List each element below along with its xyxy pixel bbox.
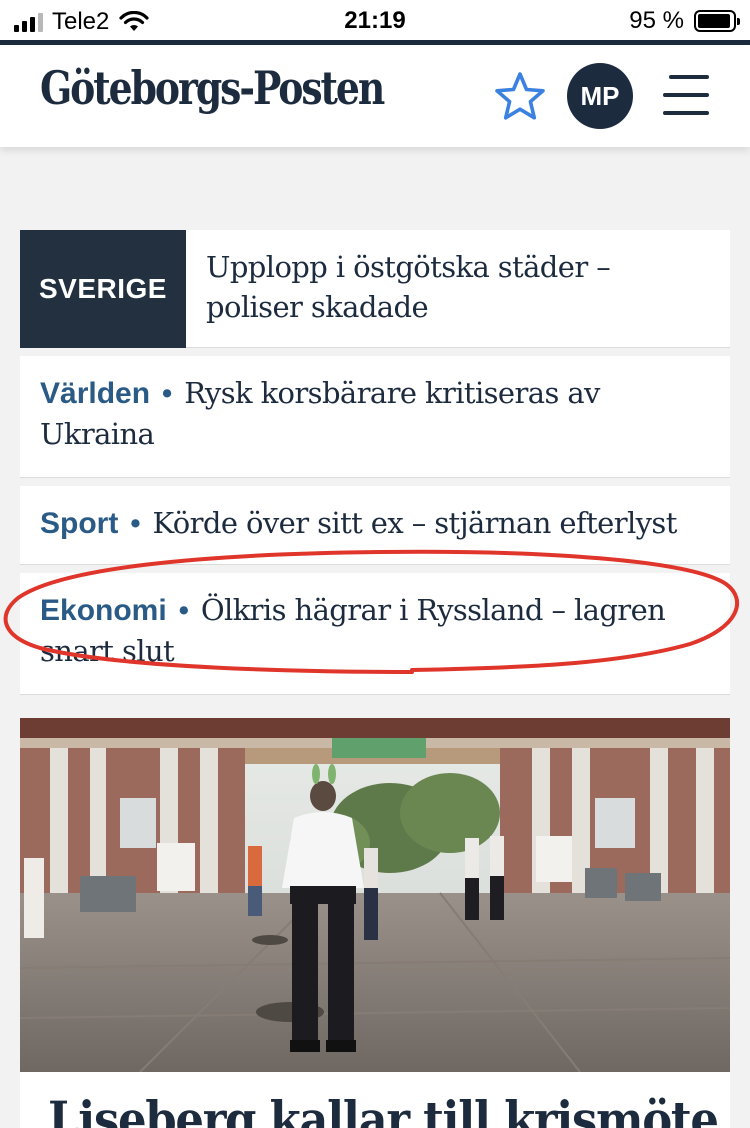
section-label[interactable]: Sport — [40, 507, 118, 540]
section-tag: SVERIGE — [20, 230, 186, 348]
section-label[interactable]: Världen — [40, 377, 150, 410]
hero-headline[interactable]: Liseberg kallar till krismöte — [20, 1072, 730, 1128]
headline-title: Körde över sitt ex – stjärnan efterlyst — [152, 506, 677, 540]
site-logo[interactable]: Göteborgs-Posten — [40, 61, 385, 115]
user-avatar[interactable]: MP — [567, 63, 633, 129]
hamburger-menu-icon[interactable] — [663, 75, 709, 115]
featured-headline[interactable]: SVERIGE Upplopp i östgötska städer – pol… — [20, 230, 730, 348]
headline-list: SVERIGE Upplopp i östgötska städer – pol… — [20, 230, 730, 703]
star-icon[interactable] — [492, 69, 548, 125]
headline-title: Upplopp i östgötska städer – poliser ska… — [206, 250, 611, 324]
headline-item[interactable]: Sport • Körde över sitt ex – stjärnan efte… — [20, 486, 730, 565]
battery-icon — [694, 10, 740, 32]
hero-photo[interactable] — [20, 718, 730, 1072]
site-header: Göteborgs-Posten MP — [0, 45, 750, 147]
bullet-separator: • — [178, 595, 189, 627]
headline-item[interactable]: Världen • Rysk korsbärare kritiseras av Uk… — [20, 356, 730, 478]
status-bar: Tele2 21:19 95 % — [0, 0, 750, 40]
section-label[interactable]: Ekonomi — [40, 594, 167, 627]
bullet-separator: • — [130, 508, 141, 540]
bullet-separator: • — [162, 378, 173, 410]
battery-percent: 95 % — [629, 7, 684, 34]
hero-headline-text: Liseberg kallar till krismöte — [48, 1090, 719, 1128]
status-right: 95 % — [629, 7, 740, 35]
headline-item[interactable]: Ekonomi • Ölkris hägrar i Ryssland – lagre… — [20, 573, 730, 695]
